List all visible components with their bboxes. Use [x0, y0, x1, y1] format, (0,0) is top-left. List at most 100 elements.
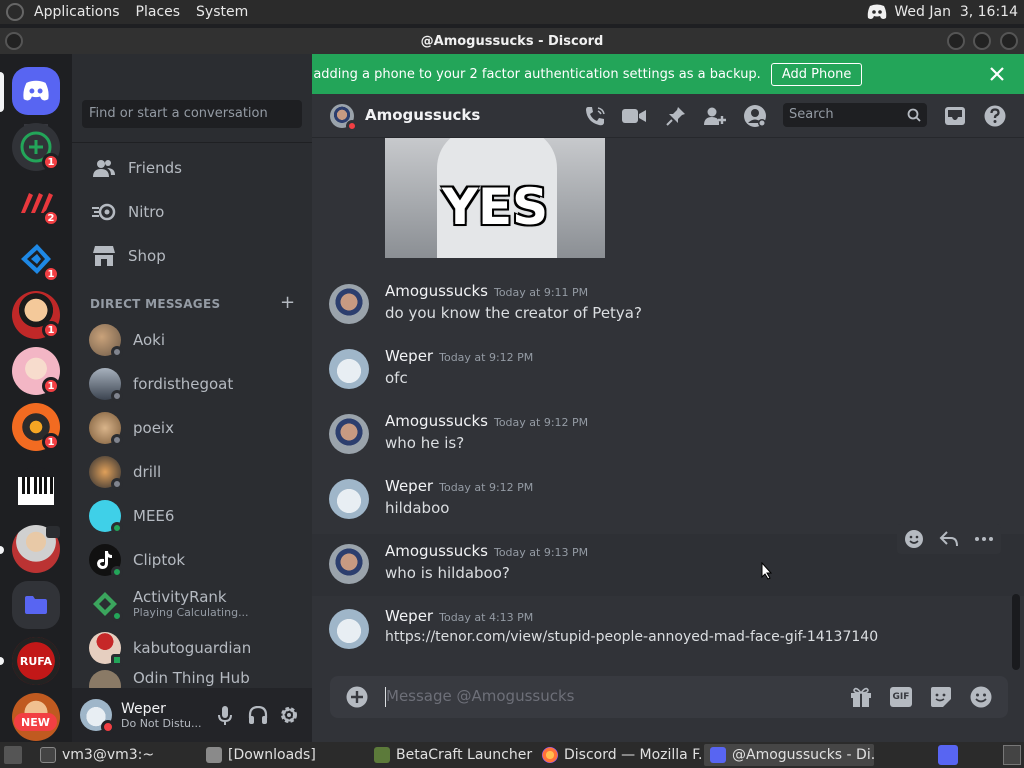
message[interactable]: Amogussucks Today at 9:11 PM do you know …	[329, 282, 1009, 344]
more-options-icon[interactable]	[974, 536, 994, 542]
microphone-icon[interactable]	[218, 706, 232, 726]
dm-item[interactable]: kabutoguardian	[80, 626, 304, 670]
task-terminal[interactable]: vm3@vm3:~	[34, 744, 200, 766]
menu-applications[interactable]: Applications	[26, 4, 128, 20]
add-reaction-icon[interactable]	[904, 529, 924, 549]
gift-icon[interactable]	[850, 686, 872, 708]
dm-item[interactable]: Cliptok	[80, 538, 304, 582]
dm-item[interactable]: Aoki	[80, 318, 304, 362]
upload-plus-icon[interactable]	[346, 686, 368, 708]
maximize-button[interactable]	[973, 32, 991, 50]
home-button[interactable]	[12, 67, 60, 115]
server-badge: 1	[42, 433, 60, 451]
dm-activity: Playing Calculating...	[133, 606, 249, 619]
help-icon[interactable]	[983, 104, 1007, 128]
server-piano[interactable]	[12, 467, 60, 515]
window-menu-button[interactable]	[5, 32, 23, 50]
chat-search-input[interactable]: Search	[783, 103, 927, 127]
user-panel: Weper Do Not Distu...	[72, 688, 312, 742]
menu-system[interactable]: System	[188, 4, 256, 20]
reply-icon[interactable]	[939, 530, 959, 548]
clock[interactable]: Wed Jan 3, 16:14	[894, 4, 1018, 20]
workspace-switcher[interactable]	[1003, 745, 1021, 765]
discord-tray-icon[interactable]	[866, 4, 888, 20]
gif-picker-button[interactable]: GIF	[890, 687, 912, 707]
terminal-icon	[40, 747, 56, 763]
chat-header: Amogussucks Search	[312, 94, 1024, 138]
task-label: Discord — Mozilla F...	[564, 747, 704, 763]
workspace-discord-icon[interactable]	[938, 745, 958, 765]
dm-item[interactable]: poeix	[80, 406, 304, 450]
close-banner-icon[interactable]	[990, 67, 1004, 81]
nav-label: Friends	[128, 159, 182, 177]
user-avatar[interactable]	[80, 699, 115, 734]
headphones-icon[interactable]	[248, 706, 268, 724]
server-folder[interactable]	[12, 581, 60, 629]
folder-icon	[206, 747, 222, 763]
task-downloads[interactable]: [Downloads]	[200, 744, 368, 766]
task-discord-active[interactable]: @Amogussucks - Di...	[704, 744, 874, 766]
dm-name: fordisthegoat	[133, 374, 234, 393]
message-text: hildaboo	[385, 499, 450, 517]
inbox-icon[interactable]	[943, 104, 967, 128]
window-titlebar[interactable]: @Amogussucks - Discord	[0, 28, 1024, 54]
create-dm-icon[interactable]: +	[280, 292, 295, 313]
unread-pill	[0, 657, 4, 665]
folder-icon	[25, 596, 47, 614]
user-status: Do Not Distu...	[121, 716, 202, 730]
user-profile-icon[interactable]	[743, 104, 767, 128]
header-username[interactable]: Amogussucks	[365, 106, 480, 124]
nav-shop[interactable]: Shop	[80, 235, 304, 277]
find-conversation-input[interactable]: Find or start a conversation	[82, 100, 302, 128]
dm-item[interactable]: drill	[80, 450, 304, 494]
avatar[interactable]	[329, 479, 369, 519]
close-window-button[interactable]	[1000, 32, 1018, 50]
add-friend-to-dm-icon[interactable]	[703, 104, 727, 128]
dm-item[interactable]: ActivityRank Playing Calculating...	[80, 582, 304, 626]
message-link[interactable]: https://tenor.com/view/stupid-people-ann…	[385, 629, 878, 645]
pin-icon[interactable]	[664, 104, 688, 128]
menu-places[interactable]: Places	[128, 4, 189, 20]
dm-item[interactable]: MEE6	[80, 494, 304, 538]
avatar	[89, 324, 123, 358]
minimize-button[interactable]	[947, 32, 965, 50]
message[interactable]: Weper Today at 4:13 PM https://tenor.com/…	[329, 607, 1009, 669]
unread-pill	[0, 546, 4, 554]
settings-gear-icon[interactable]	[279, 705, 299, 725]
gnome-logo-icon[interactable]	[6, 3, 24, 21]
dm-item[interactable]: Odin Thing Hub	[80, 670, 304, 688]
message[interactable]: Amogussucks Today at 9:12 PM who he is?	[329, 412, 1009, 474]
message-author[interactable]: Amogussucks	[385, 412, 488, 430]
status-online-icon	[111, 566, 123, 578]
emoji-icon[interactable]	[970, 686, 992, 708]
add-phone-button[interactable]: Add Phone	[770, 62, 863, 86]
dm-name: Odin Thing Hub	[133, 670, 250, 687]
message-author[interactable]: Amogussucks	[385, 282, 488, 300]
message-author[interactable]: Amogussucks	[385, 542, 488, 560]
dm-item[interactable]: fordisthegoat	[80, 362, 304, 406]
video-call-icon[interactable]	[622, 104, 646, 128]
chat-scrollbar[interactable]	[1012, 594, 1020, 670]
server-rufa[interactable]: RUFA	[12, 637, 60, 685]
message-author[interactable]: Weper	[385, 477, 433, 495]
message-author[interactable]: Weper	[385, 607, 433, 625]
message-text: who he is?	[385, 434, 465, 452]
avatar[interactable]	[329, 284, 369, 324]
show-desktop-icon[interactable]	[4, 746, 22, 764]
sticker-icon[interactable]	[930, 686, 952, 708]
search-placeholder: Search	[789, 107, 834, 122]
message-author[interactable]: Weper	[385, 347, 433, 365]
avatar[interactable]	[329, 609, 369, 649]
voice-call-icon[interactable]	[583, 104, 607, 128]
gif-embed[interactable]: YES	[385, 138, 605, 258]
nav-nitro[interactable]: Nitro	[80, 191, 304, 233]
message-input[interactable]: Message @Amogussucks	[386, 687, 574, 705]
task-firefox[interactable]: Discord — Mozilla F...	[536, 744, 704, 766]
task-betacraft[interactable]: BetaCraft Launcher ...	[368, 744, 536, 766]
window-title: @Amogussucks - Discord	[420, 33, 604, 49]
avatar[interactable]	[329, 349, 369, 389]
avatar[interactable]	[329, 544, 369, 584]
avatar[interactable]	[329, 414, 369, 454]
nav-friends[interactable]: Friends	[80, 147, 304, 189]
message[interactable]: Weper Today at 9:12 PM ofc	[329, 347, 1009, 409]
